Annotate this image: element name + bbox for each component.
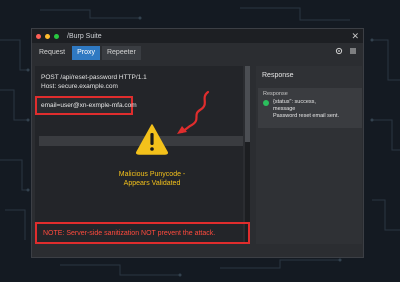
host-header: Host: secure.example.com — [41, 83, 118, 90]
tab-repeater[interactable]: Repeeter — [101, 45, 141, 60]
scrollbar-thumb[interactable] — [245, 66, 250, 142]
success-check-icon — [263, 100, 269, 106]
minimize-dot-icon[interactable] — [45, 33, 50, 39]
title-bar: /Burp Suite ✕ — [32, 29, 363, 43]
menu-icon[interactable] — [349, 47, 357, 55]
red-squiggle-arrow-icon — [177, 90, 210, 134]
warning-caption: Malicious Punycode - Appears Validated — [0, 170, 304, 188]
close-dot-icon[interactable] — [36, 33, 41, 39]
note-text: NOTE: Server-side sanitization NOT preve… — [43, 229, 216, 237]
close-icon[interactable]: ✕ — [351, 30, 359, 42]
window-title: /Burp Suite — [67, 32, 102, 40]
tab-request[interactable]: Request — [34, 46, 70, 60]
response-panel-label: Response — [263, 91, 288, 97]
response-body: {status": success, message Password rese… — [273, 99, 339, 120]
warning-line-1: Malicious Punycode - — [118, 171, 186, 178]
response-message-key: message — [273, 106, 296, 112]
tab-proxy[interactable]: Proxy — [72, 45, 100, 60]
tab-bar: Request Proxy Repeeter — [32, 44, 363, 61]
maximize-dot-icon[interactable] — [54, 33, 59, 39]
warning-triangle-icon — [136, 124, 168, 155]
warning-line-2: Appears Validated — [123, 180, 181, 187]
malicious-email-field[interactable]: email=user@xn-exmple-mfa.com — [35, 96, 137, 115]
response-pane: Response Response {status": success, mes… — [256, 66, 362, 244]
response-message: Password reset email sent. — [273, 113, 340, 119]
response-heading: Response — [262, 72, 294, 79]
request-line: POST /api/reset-password HTTP/1.1 — [41, 74, 147, 81]
response-panel: Response {status": success, message Pass… — [258, 88, 362, 128]
response-status: {status": success, — [273, 99, 316, 105]
request-scrollbar[interactable] — [245, 66, 250, 244]
settings-icon[interactable] — [335, 47, 343, 55]
email-value: email=user@xn-exmple-mfa.com — [41, 102, 137, 109]
attack-note: NOTE: Server-side sanitization NOT preve… — [35, 222, 250, 244]
